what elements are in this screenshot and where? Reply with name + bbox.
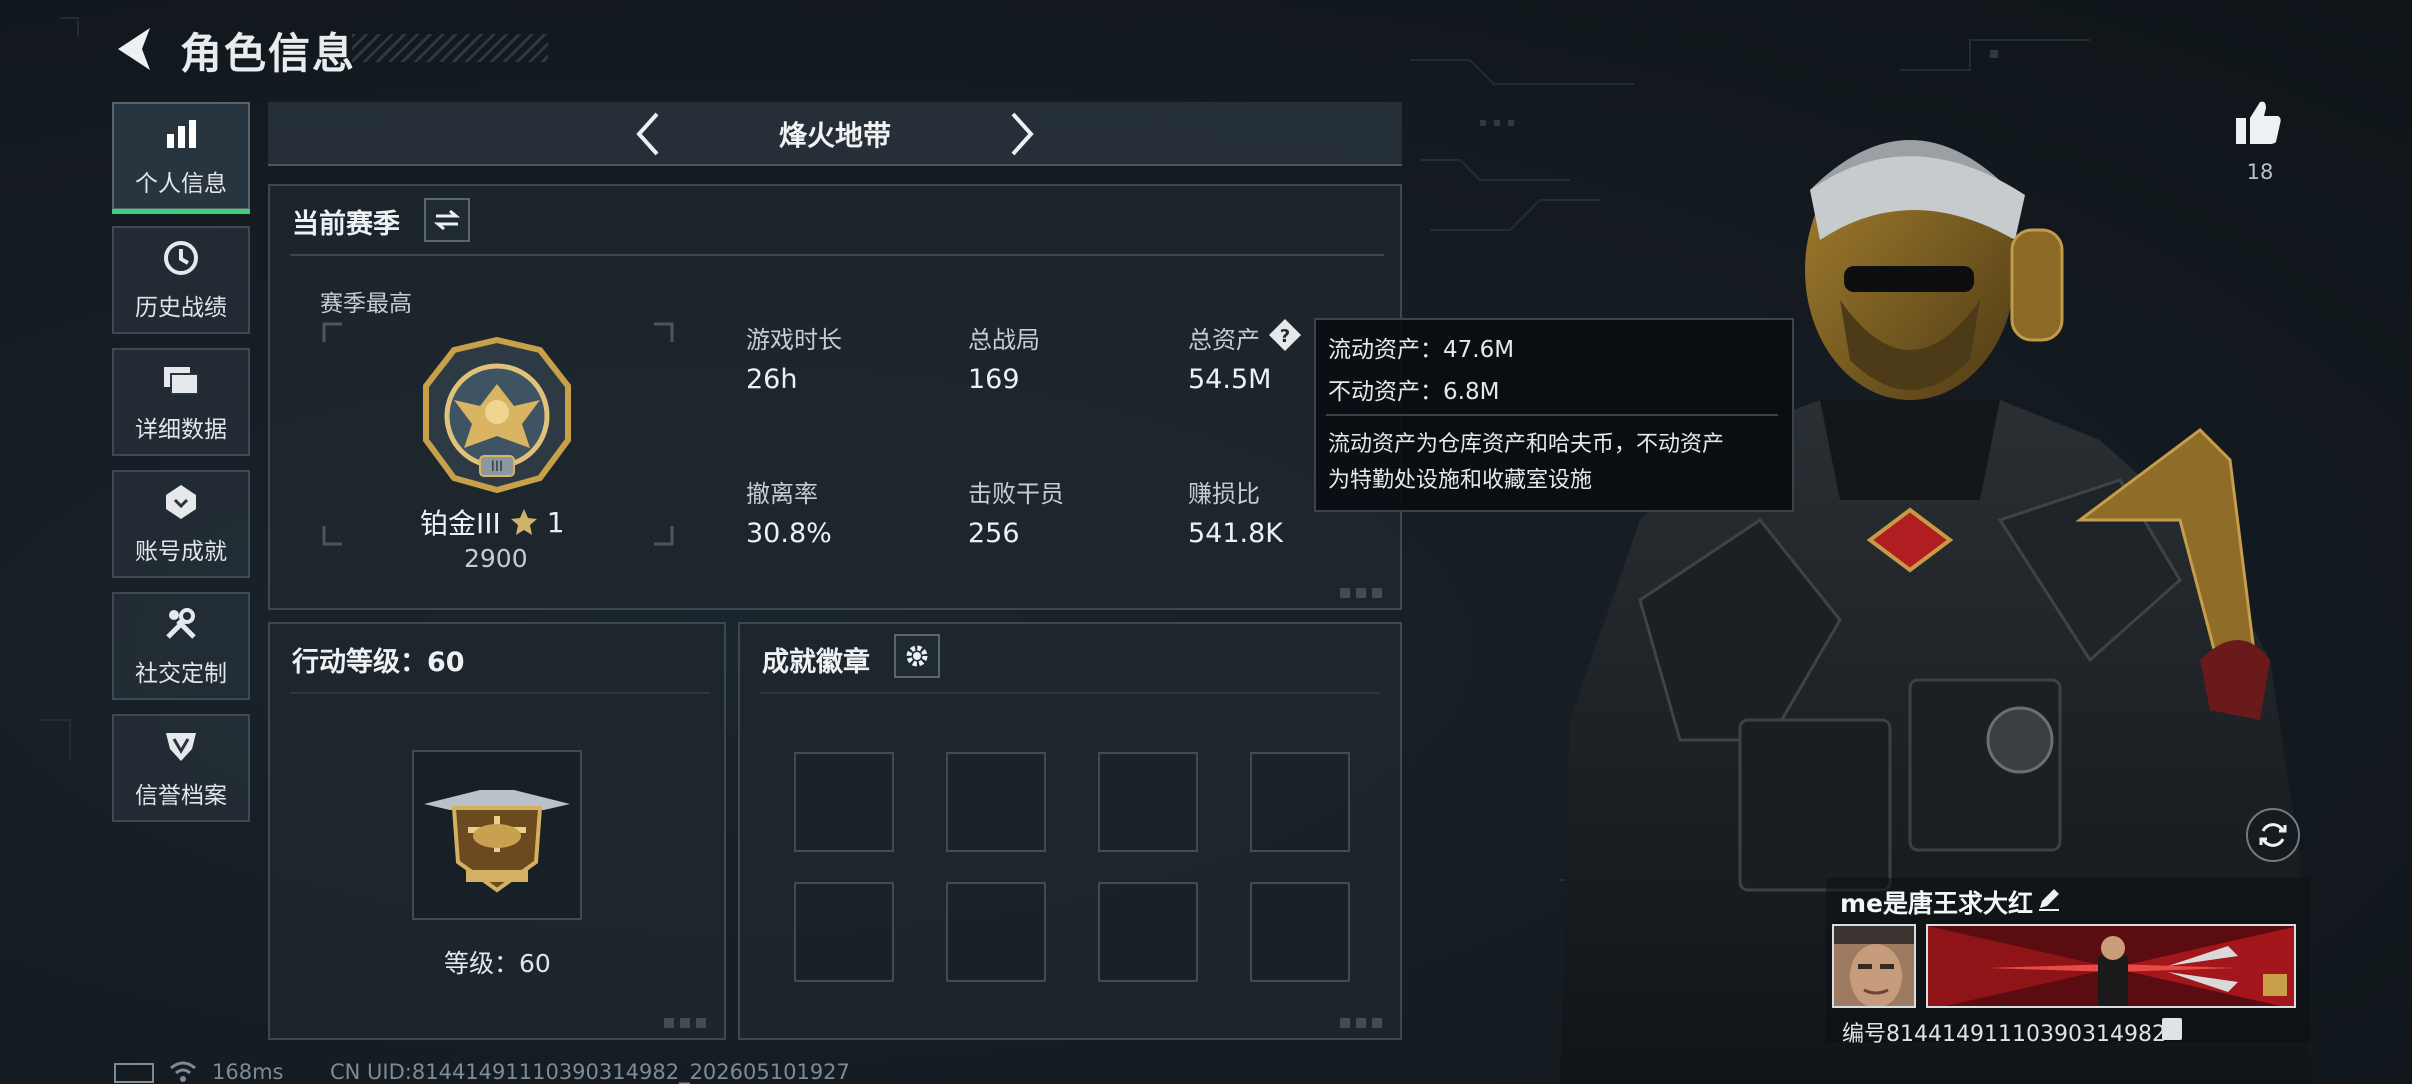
action-level-badge-frame xyxy=(412,750,582,920)
stat-matches-label: 总战局 xyxy=(968,326,1040,354)
tooltip-liquid-assets: 流动资产：47.6M xyxy=(1328,337,1515,363)
stat-kills-label: 击败干员 xyxy=(968,480,1064,508)
season-switch-button[interactable] xyxy=(424,198,470,242)
player-id: 编号8144149111039031498​2 xyxy=(1842,1022,2166,1047)
swap-arrows-icon xyxy=(433,209,461,231)
svg-text:?: ? xyxy=(1280,326,1290,347)
tooltip-divider xyxy=(1326,414,1778,416)
edit-name-button[interactable] xyxy=(2036,886,2064,914)
profile-banner[interactable] xyxy=(1926,924,2296,1008)
rotate-icon xyxy=(2259,823,2287,847)
panel-corner-decoration xyxy=(1340,1018,1386,1030)
page-title: 角色信息 xyxy=(180,29,357,78)
badge-slot[interactable] xyxy=(1250,752,1350,852)
title-decoration xyxy=(352,34,548,62)
season-best-label: 赛季最高 xyxy=(320,291,412,317)
action-level-label: 等级：60 xyxy=(444,949,551,978)
stat-playtime-label: 游戏时长 xyxy=(746,326,842,354)
sidebar-item-label: 信誉档案 xyxy=(135,783,227,809)
back-arrow-icon xyxy=(118,28,150,70)
badge-slot[interactable] xyxy=(1098,882,1198,982)
sidebar-item-history[interactable]: 历史战绩 xyxy=(112,226,250,334)
chevron-left-icon xyxy=(636,112,659,156)
badge-slot[interactable] xyxy=(794,752,894,852)
tooltip-fixed-assets: 不动资产：6.8M xyxy=(1328,379,1500,405)
wrench-icon xyxy=(161,604,201,644)
stat-profit-ratio-label: 赚损比 xyxy=(1188,480,1260,508)
stat-kills-value: 256 xyxy=(968,518,1020,549)
svg-text:III: III xyxy=(491,459,503,475)
sidebar-item-label: 账号成就 xyxy=(135,539,227,565)
badges-title: 成就徽章 xyxy=(762,647,870,678)
banner-image xyxy=(1928,926,2294,1006)
stat-matches-value: 169 xyxy=(968,364,1020,395)
action-level-divider xyxy=(290,692,710,694)
season-divider xyxy=(290,254,1384,256)
bar-chart-icon xyxy=(161,114,201,154)
stat-extract-rate-label: 撤离率 xyxy=(746,480,818,508)
tooltip-description-line-2: 为特勤处设施和收藏室设施 xyxy=(1328,468,1593,493)
action-level-title: 行动等级：60 xyxy=(292,647,465,678)
season-panel-title: 当前赛季 xyxy=(292,209,400,240)
player-name: me是唐王求大红 xyxy=(1840,889,2034,918)
mode-name: 烽火地带 xyxy=(778,119,891,152)
sidebar-item-social[interactable]: 社交定制 xyxy=(112,592,250,700)
badge-slot[interactable] xyxy=(794,882,894,982)
stat-assets-value: 54.5M xyxy=(1188,364,1272,395)
pencil-icon xyxy=(2039,889,2059,911)
prev-mode-button[interactable] xyxy=(618,102,678,166)
rank-points: 2900 xyxy=(464,544,528,573)
stat-assets-label: 总资产 xyxy=(1188,326,1260,354)
next-mode-button[interactable] xyxy=(992,102,1052,166)
rank-name: 铂金III xyxy=(420,507,501,540)
badges-divider xyxy=(760,692,1380,694)
ping-text: 168ms xyxy=(212,1060,284,1084)
star-icon xyxy=(510,509,537,535)
panel-corner-decoration xyxy=(1340,588,1386,600)
gear-icon xyxy=(906,645,928,667)
wifi-icon xyxy=(170,1061,196,1082)
back-button[interactable] xyxy=(110,22,160,76)
panel-corner-decoration xyxy=(664,1018,710,1030)
badges-settings-button[interactable] xyxy=(894,634,940,678)
achievement-icon xyxy=(161,482,201,522)
platinum-rank-medal: III xyxy=(423,336,571,494)
uid-text: CN UID:8144149111039031498​2_20260510192… xyxy=(330,1060,850,1084)
sidebar-item-personal-info[interactable]: 个人信息 xyxy=(112,102,250,214)
sidebar-item-label: 个人信息 xyxy=(135,171,227,197)
badge-slot[interactable] xyxy=(946,752,1046,852)
sidebar-item-label: 详细数据 xyxy=(135,417,227,443)
sidebar-item-label: 历史战绩 xyxy=(135,295,227,321)
badge-slot[interactable] xyxy=(1250,882,1350,982)
like-button[interactable] xyxy=(2232,98,2288,152)
battery-icon xyxy=(114,1063,154,1083)
rotate-model-button[interactable] xyxy=(2246,808,2300,862)
thumbs-up-icon xyxy=(2236,101,2281,144)
avatar[interactable] xyxy=(1832,924,1916,1008)
avatar-face-image xyxy=(1834,926,1914,1006)
rank-name-row: 铂金III 1 xyxy=(420,502,565,542)
shield-icon xyxy=(161,726,201,766)
stat-profit-ratio-value: 541.8K xyxy=(1188,518,1284,549)
folder-icon xyxy=(161,360,201,400)
help-icon: ? xyxy=(1269,319,1301,351)
rank-stars: 1 xyxy=(546,505,565,539)
assets-info-button[interactable]: ? xyxy=(1268,318,1302,352)
stat-playtime-value: 26h xyxy=(746,364,798,395)
chevron-right-icon xyxy=(1011,112,1034,156)
copy-id-button[interactable] xyxy=(2162,1018,2182,1040)
tooltip-description-line-1: 流动资产为仓库资产和哈夫币，不动资产 xyxy=(1328,432,1725,457)
like-count: 18 xyxy=(2246,160,2274,184)
sidebar-item-reputation[interactable]: 信誉档案 xyxy=(112,714,250,822)
stat-extract-rate-value: 30.8% xyxy=(746,518,832,549)
sidebar-item-achievements[interactable]: 账号成就 xyxy=(112,470,250,578)
sidebar-item-detailed-data[interactable]: 详细数据 xyxy=(112,348,250,456)
sidebar-item-label: 社交定制 xyxy=(135,661,227,687)
badge-slot[interactable] xyxy=(1098,752,1198,852)
history-clock-icon xyxy=(161,238,201,278)
helicopter-emblem-icon xyxy=(424,790,570,893)
badge-slot[interactable] xyxy=(946,882,1046,982)
